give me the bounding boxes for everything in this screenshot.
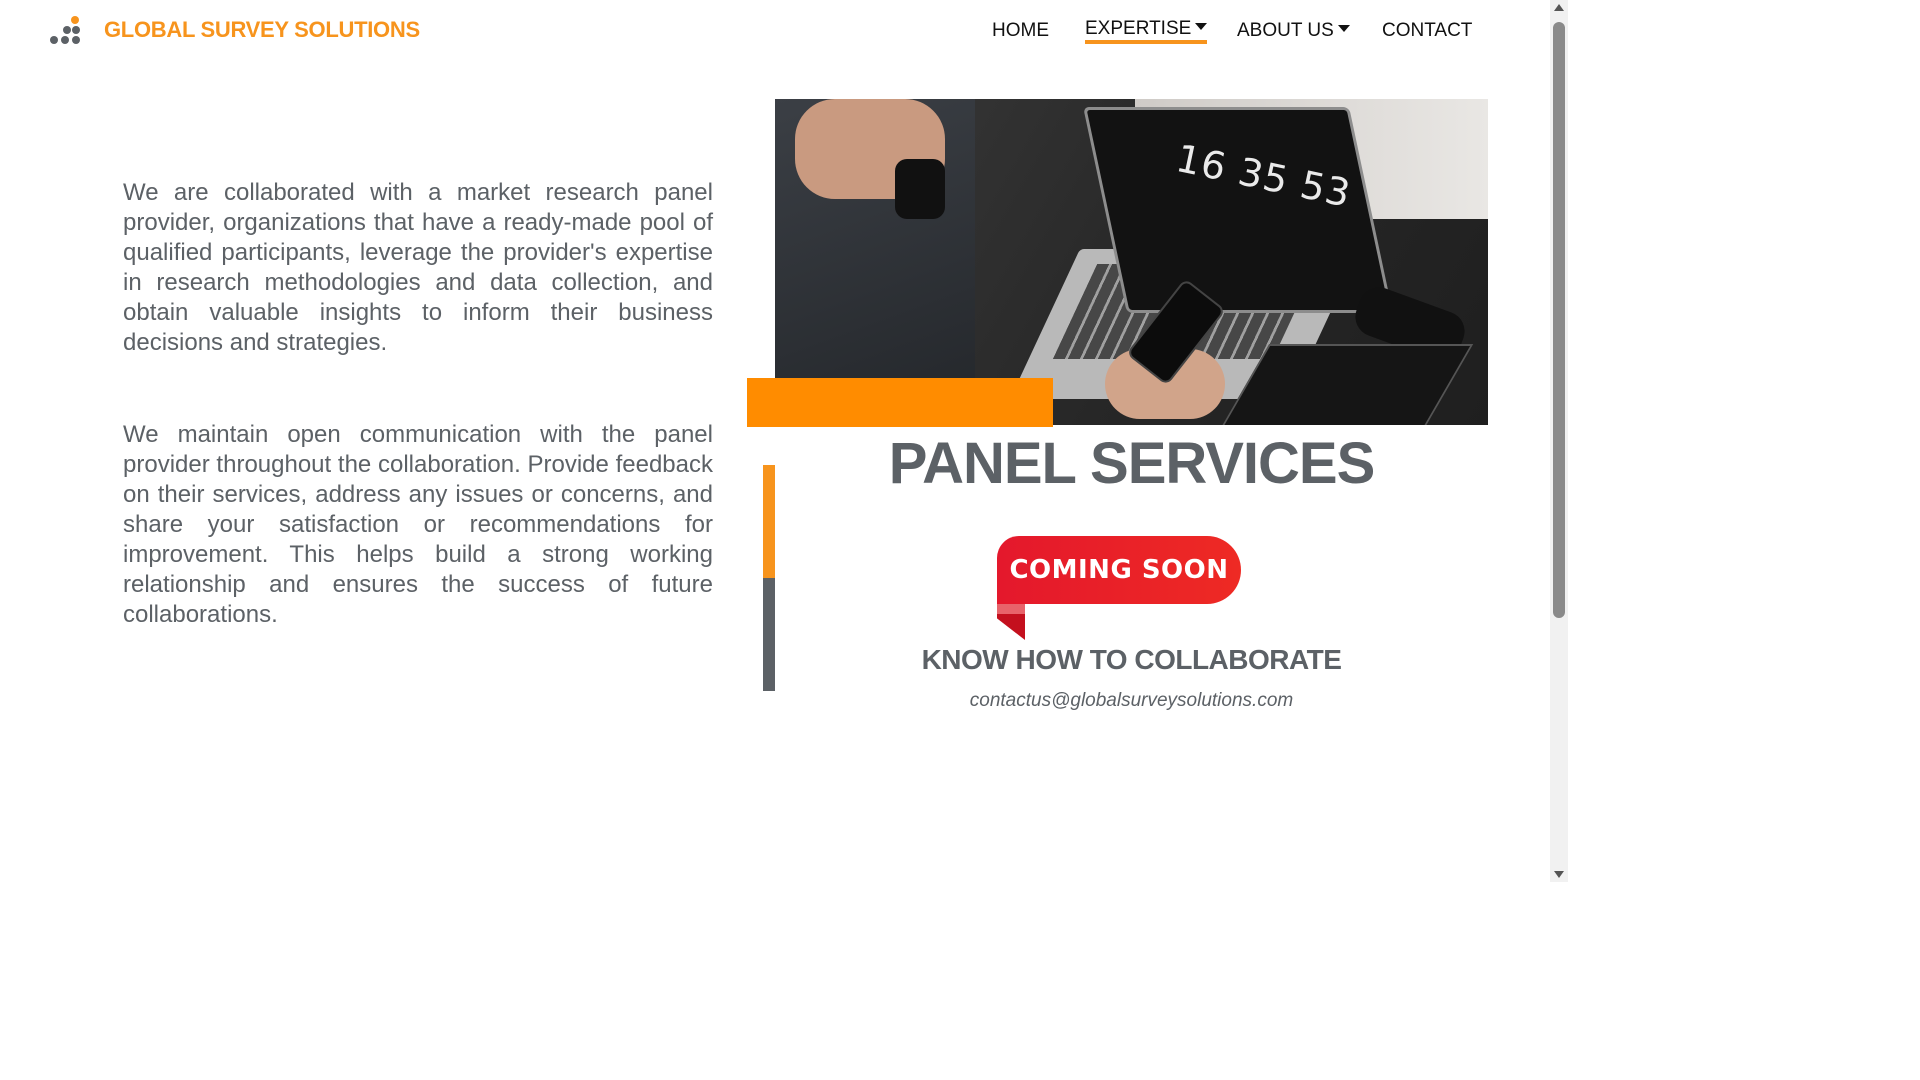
accent-vertical-bar-grey: [763, 578, 775, 691]
coming-soon-badge: COMING SOON: [997, 536, 1241, 604]
ribbon-fold: [997, 604, 1025, 614]
nav-home-label: HOME: [992, 20, 1049, 41]
nav-contact-label: CONTACT: [1382, 20, 1473, 41]
communication-paragraph: We maintain open communication with the …: [123, 421, 713, 628]
nav-contact[interactable]: CONTACT: [1382, 20, 1472, 42]
nav-home[interactable]: HOME: [992, 20, 1049, 42]
nav-expertise[interactable]: EXPERTISE: [1085, 18, 1208, 44]
panel-services-title: PANEL SERVICES: [888, 431, 1376, 496]
scroll-up-arrow-icon[interactable]: [1554, 4, 1564, 11]
accent-bar: [747, 378, 1053, 427]
scrollbar-thumb[interactable]: [1553, 22, 1565, 618]
active-nav-indicator: [1085, 40, 1208, 44]
chevron-down-icon: [1337, 25, 1350, 33]
chevron-down-icon: [1195, 23, 1208, 31]
collaborate-heading: KNOW HOW TO COLLABORATE: [921, 644, 1342, 675]
nav-about-us[interactable]: ABOUT US: [1237, 20, 1350, 42]
main-nav: HOME EXPERTISE ABOUT US CONTACT: [0, 18, 1568, 48]
scroll-down-arrow-icon[interactable]: [1554, 871, 1564, 878]
vertical-scrollbar[interactable]: [1550, 0, 1568, 882]
intro-paragraph: We are collaborated with a market resear…: [123, 179, 713, 356]
contact-email-link[interactable]: contactus@globalsurveysolutions.com: [775, 690, 1488, 712]
accent-vertical-bar-orange: [763, 465, 775, 578]
nav-about-us-label: ABOUT US: [1237, 20, 1334, 41]
nav-expertise-label: EXPERTISE: [1085, 18, 1192, 39]
laptop-photo: 16 35 53: [775, 99, 1488, 425]
coming-soon-label: COMING SOON: [1009, 555, 1229, 585]
